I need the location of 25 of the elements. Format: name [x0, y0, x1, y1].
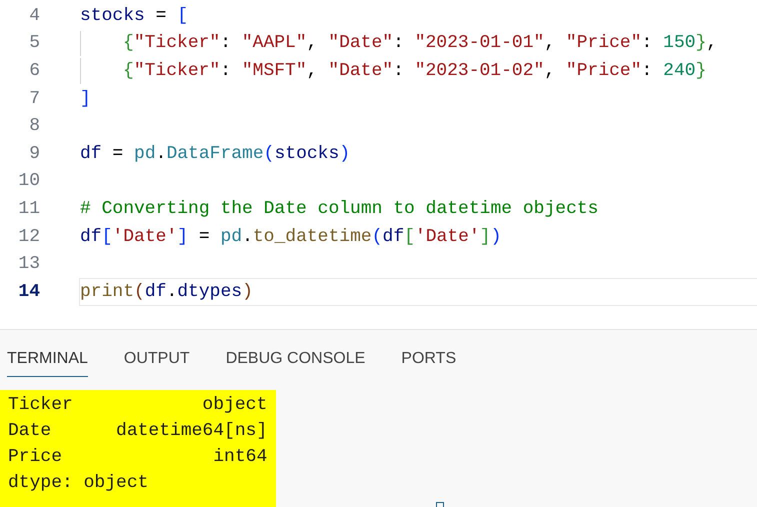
terminal-output: Ticker object Date datetime64[ns] Price int64 dtype: object: [0, 390, 276, 507]
line-number: 11: [17, 198, 40, 219]
code-line: stocks = [: [79, 4, 190, 28]
line-number: 13: [17, 254, 40, 274]
line-number: 10: [17, 171, 40, 192]
line-number: 5: [28, 33, 40, 54]
panel-tab[interactable]: TERMINAL: [7, 350, 88, 377]
line-number: 8: [28, 116, 40, 136]
code-line: ]: [79, 88, 92, 111]
line-number: 7: [28, 88, 40, 109]
panel-tab[interactable]: PORTS: [401, 350, 456, 377]
line-number: 6: [28, 60, 40, 81]
line-number: 12: [17, 226, 40, 247]
panel-tab[interactable]: OUTPUT: [124, 350, 190, 377]
code-line: {"Ticker": "AAPL", "Date": "2023-01-01", "Price": 150},: [79, 30, 757, 58]
code-line: df['Date'] = pd.to_datetime(df['Date']): [79, 226, 502, 249]
code-line: # Converting the Date column to datetime objects: [79, 198, 600, 221]
code-line: {"Ticker": "MSFT", "Date": "2023-01-02", "Price": 240}: [79, 57, 757, 85]
line-number: 9: [28, 144, 40, 164]
code-line: df = pd.DataFrame(stocks): [79, 142, 352, 166]
current-code-line: print(df.dtypes): [79, 278, 757, 306]
line-number: 14: [17, 282, 40, 302]
line-number: 4: [28, 6, 40, 26]
panel-tab[interactable]: DEBUG CONSOLE: [226, 350, 366, 377]
cursor-icon: [436, 502, 444, 507]
